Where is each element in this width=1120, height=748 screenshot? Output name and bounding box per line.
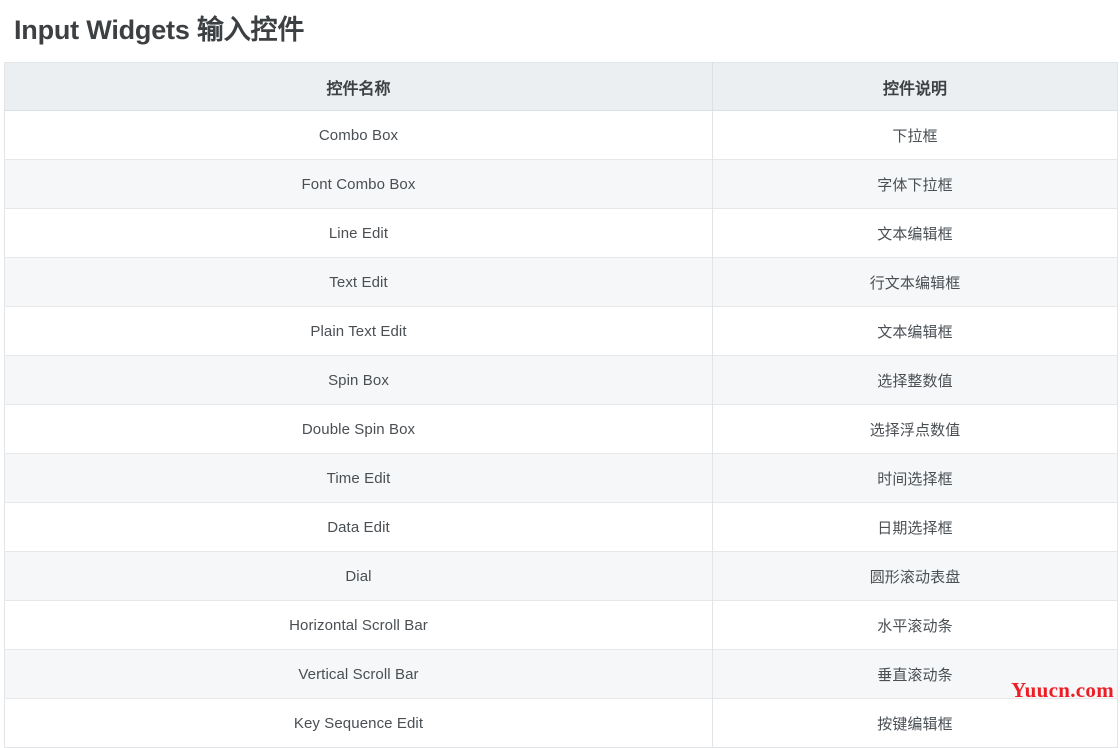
cell-widget-name: Line Edit [4,208,713,258]
table-body: Combo Box 下拉框 Font Combo Box 字体下拉框 Line Edit… [4,110,1118,748]
column-header-widget-description: 控件说明 [712,62,1118,111]
cell-widget-description: 文本编辑框 [712,306,1118,356]
cell-widget-name: Font Combo Box [4,159,713,209]
table-header-row: 控件名称 控件说明 [4,62,1118,111]
table-row: Dial 圆形滚动表盘 [4,551,1118,601]
page-title: Input Widgets 输入控件 [14,15,305,45]
cell-widget-name: Double Spin Box [4,404,713,454]
cell-widget-description: 文本编辑框 [712,208,1118,258]
input-widgets-table: 控件名称 控件说明 Combo Box 下拉框 Font Combo Box 字体下拉… [4,62,1118,748]
table-row: Combo Box 下拉框 [4,110,1118,160]
table-row: Data Edit 日期选择框 [4,502,1118,552]
table-row: Vertical Scroll Bar 垂直滚动条 [4,649,1118,699]
table-row: Key Sequence Edit 按键编辑框 [4,698,1118,748]
cell-widget-name: Key Sequence Edit [4,698,713,748]
cell-widget-name: Text Edit [4,257,713,307]
table-row: Double Spin Box 选择浮点数值 [4,404,1118,454]
table-row: Font Combo Box 字体下拉框 [4,159,1118,209]
cell-widget-name: Horizontal Scroll Bar [4,600,713,650]
cell-widget-description: 字体下拉框 [712,159,1118,209]
cell-widget-description: 水平滚动条 [712,600,1118,650]
table-row: Horizontal Scroll Bar 水平滚动条 [4,600,1118,650]
cell-widget-description: 行文本编辑框 [712,257,1118,307]
cell-widget-description: 垂直滚动条 [712,649,1118,699]
cell-widget-description: 下拉框 [712,110,1118,160]
cell-widget-description: 时间选择框 [712,453,1118,503]
table-row: Plain Text Edit 文本编辑框 [4,306,1118,356]
cell-widget-description: 日期选择框 [712,502,1118,552]
table-row: Line Edit 文本编辑框 [4,208,1118,258]
cell-widget-description: 选择整数值 [712,355,1118,405]
cell-widget-name: Combo Box [4,110,713,160]
table-row: Text Edit 行文本编辑框 [4,257,1118,307]
cell-widget-name: Vertical Scroll Bar [4,649,713,699]
table-row: Time Edit 时间选择框 [4,453,1118,503]
cell-widget-description: 圆形滚动表盘 [712,551,1118,601]
cell-widget-name: Spin Box [4,355,713,405]
table-row: Spin Box 选择整数值 [4,355,1118,405]
cell-widget-description: 按键编辑框 [712,698,1118,748]
cell-widget-description: 选择浮点数值 [712,404,1118,454]
table-header: 控件名称 控件说明 [4,62,1118,111]
cell-widget-name: Plain Text Edit [4,306,713,356]
column-header-widget-name: 控件名称 [4,62,713,111]
cell-widget-name: Time Edit [4,453,713,503]
cell-widget-name: Data Edit [4,502,713,552]
widgets-table-container: 控件名称 控件说明 Combo Box 下拉框 Font Combo Box 字体下拉… [4,62,1118,748]
cell-widget-name: Dial [4,551,713,601]
